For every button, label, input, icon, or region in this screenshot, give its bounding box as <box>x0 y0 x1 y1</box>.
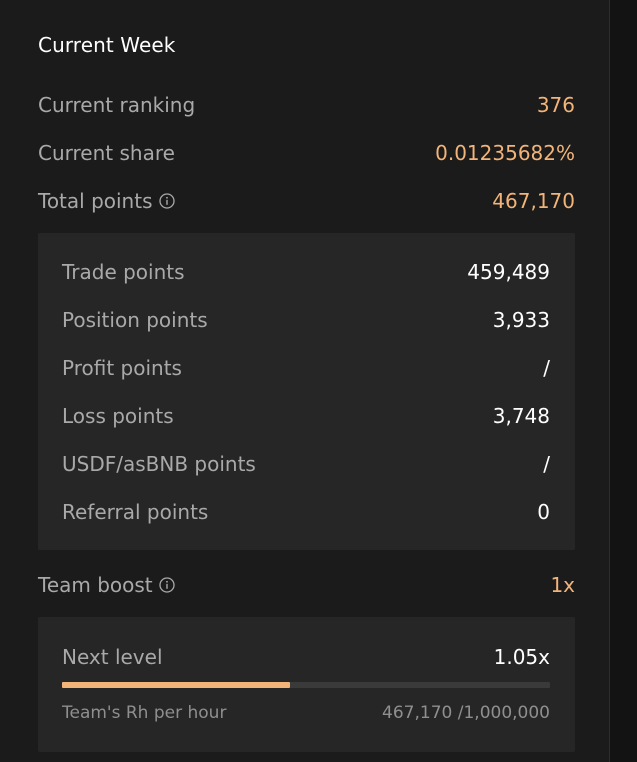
current-week-panel: Current Week Current ranking 376 Current… <box>0 0 610 762</box>
breakdown-row: Trade points 459,489 <box>62 257 550 287</box>
breakdown-value: 0 <box>537 500 550 524</box>
breakdown-label: USDF/asBNB points <box>62 452 256 476</box>
points-breakdown-box: Trade points 459,489 Position points 3,9… <box>38 233 575 550</box>
breakdown-row: Referral points 0 <box>62 497 550 527</box>
breakdown-value: 3,748 <box>492 404 550 428</box>
current-share-value: 0.01235682% <box>435 141 575 165</box>
next-level-box: Next level 1.05x Team's Rh per hour 467,… <box>38 617 575 752</box>
breakdown-row: Profit points / <box>62 353 550 383</box>
total-points-value: 467,170 <box>492 189 575 213</box>
progress-fill <box>62 682 290 688</box>
current-ranking-row: Current ranking 376 <box>38 89 575 121</box>
panel-title: Current Week <box>38 33 176 57</box>
breakdown-value: 459,489 <box>467 260 550 284</box>
current-share-row: Current share 0.01235682% <box>38 137 575 169</box>
current-ranking-value: 376 <box>536 93 575 117</box>
breakdown-row: USDF/asBNB points / <box>62 449 550 479</box>
team-boost-row: Team boost 1x <box>38 569 575 601</box>
current-share-label: Current share <box>38 141 175 165</box>
breakdown-value: 3,933 <box>492 308 550 332</box>
current-ranking-label: Current ranking <box>38 93 196 117</box>
breakdown-value: / <box>543 452 550 476</box>
info-icon[interactable] <box>159 577 175 593</box>
team-boost-label: Team boost <box>38 573 153 597</box>
next-level-progress-bar <box>62 682 550 688</box>
next-level-row: Next level 1.05x <box>62 642 550 672</box>
rh-per-hour-value: 467,170 /1,000,000 <box>382 703 550 723</box>
team-boost-value: 1x <box>550 573 575 597</box>
breakdown-value: / <box>543 356 550 380</box>
total-points-label: Total points <box>38 189 153 213</box>
next-level-label: Next level <box>62 645 163 669</box>
breakdown-row: Loss points 3,748 <box>62 401 550 431</box>
next-level-value: 1.05x <box>493 645 550 669</box>
total-points-label-group: Total points <box>38 189 175 213</box>
breakdown-label: Loss points <box>62 404 174 428</box>
breakdown-label: Referral points <box>62 500 209 524</box>
breakdown-label: Position points <box>62 308 208 332</box>
breakdown-label: Profit points <box>62 356 182 380</box>
rh-per-hour-label: Team's Rh per hour <box>62 703 227 723</box>
breakdown-row: Position points 3,933 <box>62 305 550 335</box>
breakdown-label: Trade points <box>62 260 185 284</box>
rh-per-hour-row: Team's Rh per hour 467,170 /1,000,000 <box>62 700 550 726</box>
total-points-row: Total points 467,170 <box>38 185 575 217</box>
team-boost-label-group: Team boost <box>38 573 175 597</box>
info-icon[interactable] <box>158 193 175 209</box>
